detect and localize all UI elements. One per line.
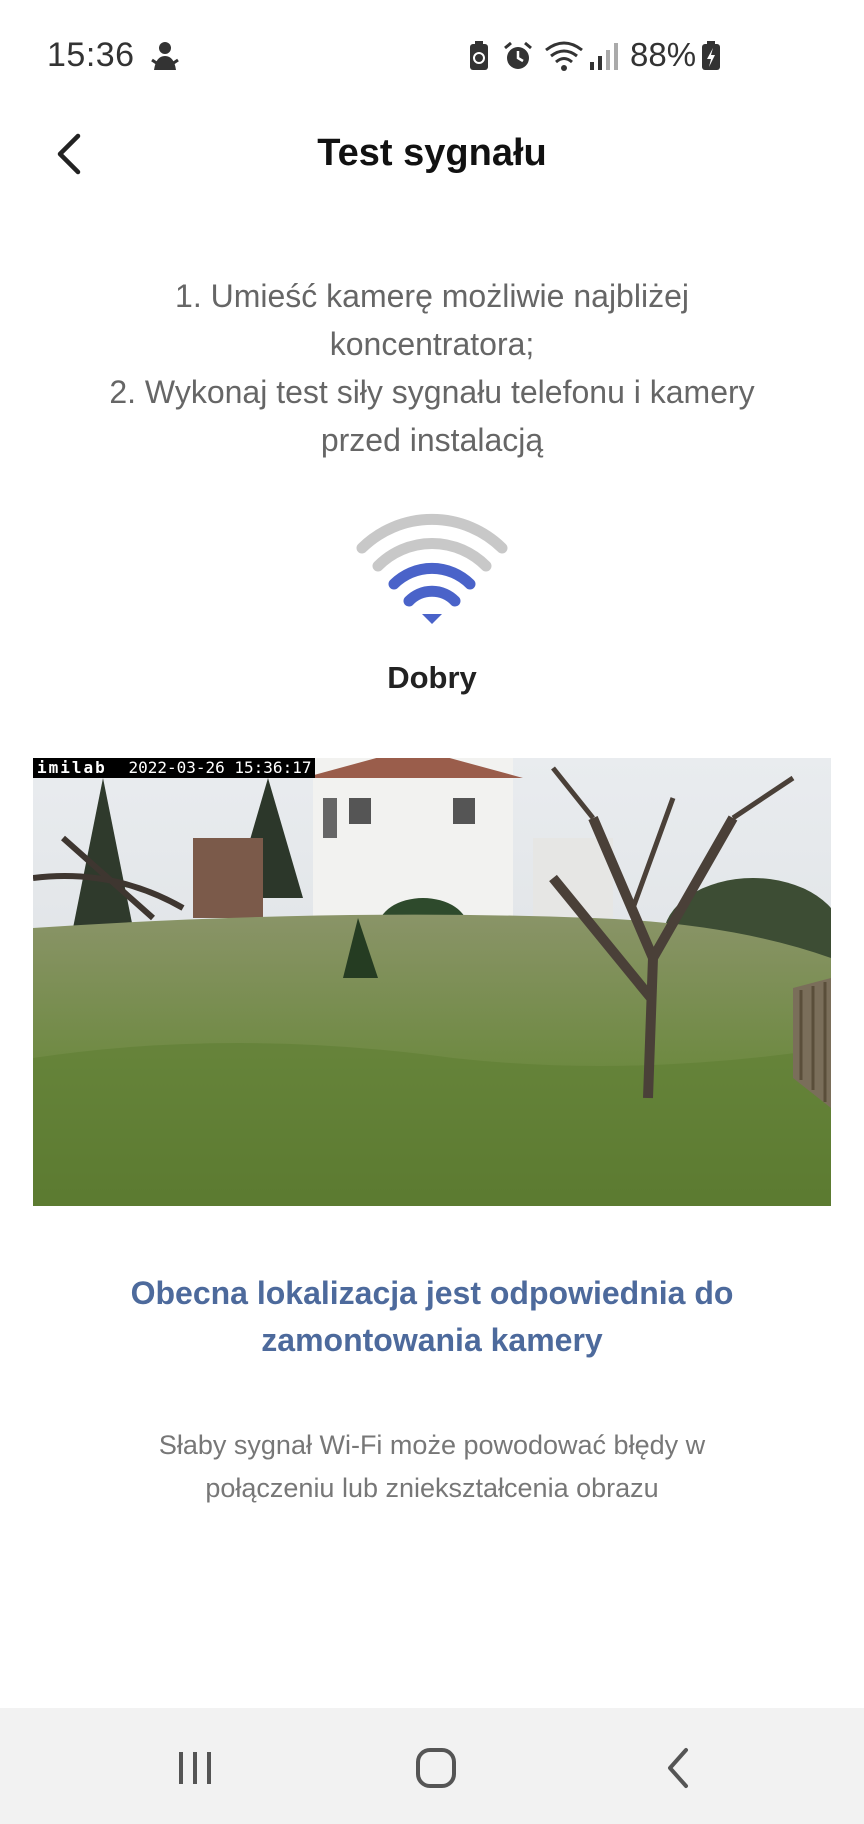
recents-button[interactable] <box>155 1738 235 1798</box>
notification-icon <box>150 40 180 77</box>
status-bar: 15:36 88% <box>0 0 864 112</box>
camera-preview: imilab 2022-03-26 15:36:17 <box>33 758 831 1206</box>
camera-brand: imilab <box>37 758 107 777</box>
home-button[interactable] <box>396 1738 476 1798</box>
camera-preview-image <box>33 758 831 1206</box>
instruction-step-2: 2. Wykonaj test siły sygnału telefonu i … <box>109 374 755 458</box>
battery-saver-icon <box>468 40 490 77</box>
nav-back-button[interactable] <box>638 1738 718 1798</box>
navigation-bar <box>0 1708 864 1824</box>
alarm-icon <box>502 40 534 77</box>
page-title: Test sygnału <box>317 132 547 174</box>
battery-percent: 88% <box>630 36 697 73</box>
home-icon <box>416 1748 456 1788</box>
signal-arc-2 <box>388 562 476 590</box>
camera-osd: imilab 2022-03-26 15:36:17 <box>33 758 316 778</box>
status-time: 15:36 <box>47 36 135 74</box>
signal-arc-3 <box>372 538 492 572</box>
back-icon <box>668 1748 688 1788</box>
wifi-status-icon <box>544 40 584 77</box>
signal-arc-1 <box>403 585 461 607</box>
result-title: Obecna lokalizacja jest odpowiednia do z… <box>130 1275 734 1358</box>
signal-dot <box>422 614 442 624</box>
camera-timestamp: 2022-03-26 15:36:17 <box>128 758 312 777</box>
wifi-signal-icon <box>356 512 508 628</box>
recents-icon <box>179 1752 211 1784</box>
instruction-step-1: 1. Umieść kamerę możliwie najbliżej konc… <box>175 278 689 362</box>
signal-icon <box>588 40 620 77</box>
signal-test-screen: 15:36 88% Test sygnału 1. Umieść kamerę … <box>0 0 864 1824</box>
signal-strength-label: Dobry <box>387 660 477 695</box>
result-note: Słaby sygnał Wi-Fi może powodować błędy … <box>158 1430 706 1503</box>
battery-charging-icon <box>700 40 722 77</box>
instructions: 1. Umieść kamerę możliwie najbliżej konc… <box>80 272 784 464</box>
